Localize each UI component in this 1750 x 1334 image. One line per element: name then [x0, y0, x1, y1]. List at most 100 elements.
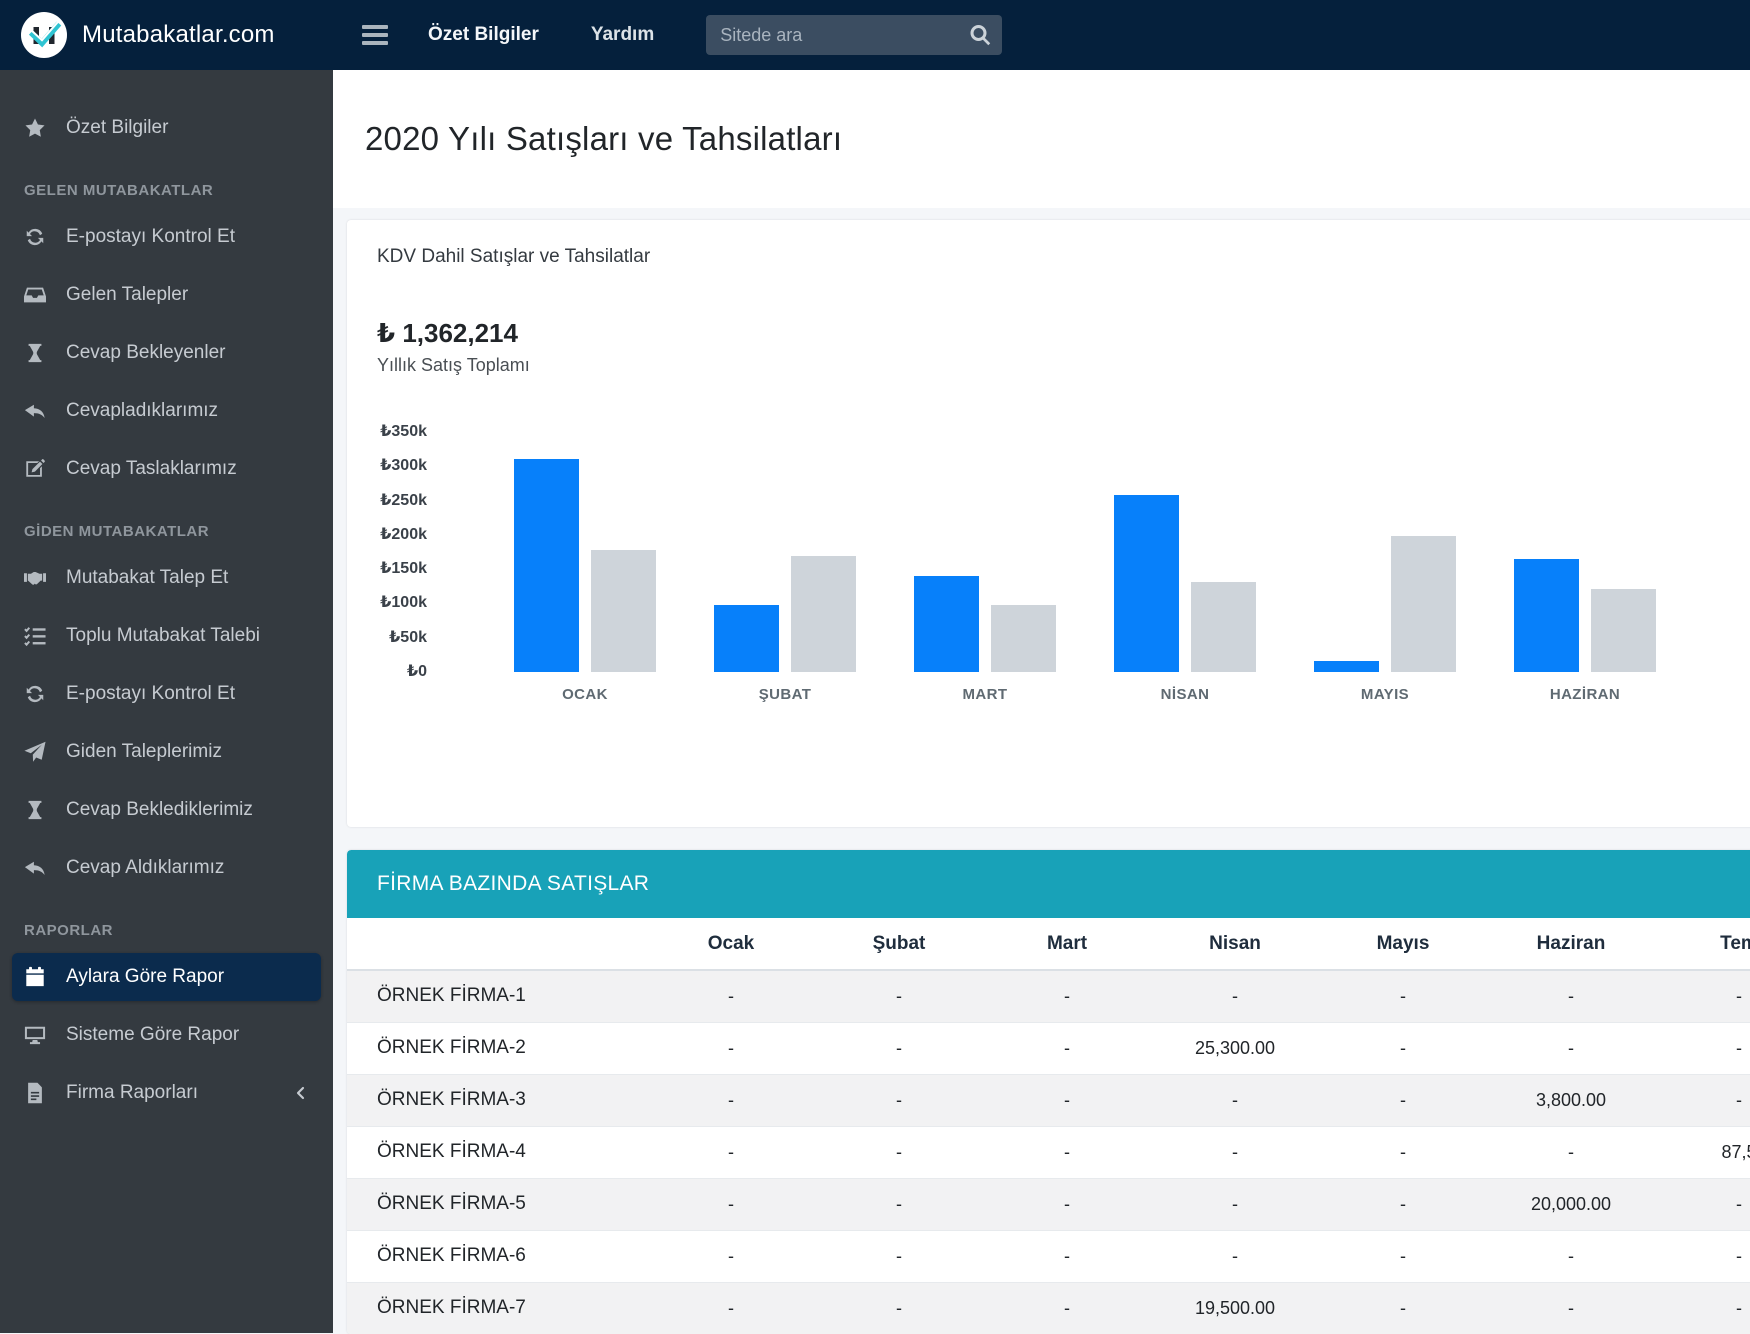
search-icon[interactable] [968, 23, 992, 47]
value-cell: - [815, 1229, 983, 1282]
sidebar-item-sisteme-göre-rapor[interactable]: Sisteme Göre Rapor [12, 1011, 321, 1059]
sidebar-section-header: RAPORLAR [24, 922, 113, 939]
handshake-icon [24, 567, 50, 589]
value-cell: - [1319, 1229, 1487, 1282]
sidebar-item-gelen-talepler[interactable]: Gelen Talepler [12, 271, 321, 319]
value-cell: - [1319, 1021, 1487, 1074]
table-row: ÖRNEK FİRMA-3- - - - -3,800.00- [347, 1073, 1750, 1126]
sidebar-item-label: Cevapladıklarımız [66, 400, 219, 421]
bar-satışlar [914, 576, 979, 672]
sidebar-item-aylara-göre-rapor[interactable]: Aylara Göre Rapor [12, 953, 321, 1001]
sidebar-section-header: GİDEN MUTABAKATLAR [24, 523, 210, 540]
annual-total-label: Yıllık Satış Toplamı [377, 355, 530, 375]
y-axis-tick: ₺300k [380, 457, 427, 475]
sidebar-item-e-postayı-kontrol-et[interactable]: E-postayı Kontrol Et [12, 213, 321, 261]
nav-link-ozet-bilgiler[interactable]: Özet Bilgiler [428, 24, 539, 46]
page-title: 2020 Yılı Satışları ve Tahsilatları [365, 120, 843, 157]
sidebar-item-label: E-postayı Kontrol Et [66, 226, 235, 247]
paper-plane-icon [24, 741, 50, 763]
value-cell: - [1655, 1281, 1750, 1334]
x-axis: OCAK ŞUBAT MART NİSAN MAYIS HAZİRAN [427, 686, 1750, 703]
value-cell: - [1319, 969, 1487, 1022]
sidebar: Özet Bilgiler GELEN MUTABAKATLAR E-postayı… [0, 70, 333, 1333]
y-axis-tick: ₺350k [380, 423, 427, 440]
sidebar-item-cevap-bekleyenler[interactable]: Cevap Bekleyenler [12, 329, 321, 377]
sidebar-item-giden-taleplerimiz[interactable]: Giden Taleplerimiz [12, 728, 321, 776]
sidebar-item-firma-raporları[interactable]: Firma Raporları [12, 1069, 321, 1117]
company-name-cell: ÖRNEK FİRMA-1 [347, 969, 647, 1022]
sidebar-item-cevapladıklarımız[interactable]: Cevapladıklarımız [12, 387, 321, 435]
sidebar-item-label: Firma Raporları [66, 1082, 198, 1103]
file-icon [24, 1082, 50, 1104]
y-axis: ₺350k ₺300k ₺250k ₺200k ₺150k ₺100k ₺50k ₺0 [377, 423, 427, 680]
x-axis-label: MART [962, 686, 1008, 703]
chart-card: KDV Dahil Satışlar ve Tahsilatlar ₺ 1,36… [347, 220, 1750, 827]
sidebar-item-label: Aylara Göre Rapor [66, 966, 225, 987]
table-row: ÖRNEK FİRMA-4------87,5 [347, 1125, 1750, 1178]
sidebar-item-mutabakat-talep-et[interactable]: Mutabakat Talep Et [12, 554, 321, 602]
table-body: ÖRNEK FİRMA-1- - - - - - - ÖRNEK FİRMA-2- - -25,3… [347, 969, 1750, 1334]
value-cell: - [647, 1229, 815, 1282]
bar-group [685, 432, 885, 672]
sidebar-item-label: E-postayı Kontrol Et [66, 683, 235, 704]
inbox-icon [24, 284, 50, 306]
table-card-title: FİRMA BAZINDA SATIŞLAR [377, 872, 650, 895]
navbar-links: Özet Bilgiler Yardım [428, 24, 654, 46]
hourglass-icon [24, 799, 50, 821]
search-input[interactable] [706, 15, 1003, 55]
y-axis-tick: ₺0 [406, 663, 427, 680]
edit-icon [24, 458, 50, 480]
sidebar-item-label: Sisteme Göre Rapor [66, 1024, 240, 1045]
value-cell: - [815, 1073, 983, 1126]
company-name-cell: ÖRNEK FİRMA-6 [347, 1229, 647, 1282]
sidebar-item-label: Özet Bilgiler [66, 117, 169, 138]
sidebar-item-cevap-aldıklarımız[interactable]: Cevap Aldıklarımız [12, 844, 321, 892]
value-cell: - [815, 1021, 983, 1074]
bar-group [885, 432, 1085, 672]
tasks-icon [24, 625, 50, 647]
nav-link-yardim[interactable]: Yardım [591, 24, 654, 46]
value-cell: - [1655, 1229, 1750, 1282]
value-cell: - [1151, 1073, 1319, 1126]
value-cell: - [1319, 1281, 1487, 1334]
value-cell: - [1487, 1125, 1655, 1178]
value-cell: - [647, 1021, 815, 1074]
value-cell: - [647, 1125, 815, 1178]
brand[interactable]: Mutabakatlar.com [0, 0, 333, 70]
value-cell: - [1487, 1229, 1655, 1282]
sidebar-toggle-button[interactable] [362, 25, 388, 45]
value-cell: - [1487, 1281, 1655, 1334]
value-cell: - [983, 1021, 1151, 1074]
sidebar-item-label: Toplu Mutabakat Talebi [66, 625, 260, 646]
page-header: 2020 Yılı Satışları ve Tahsilatları [333, 70, 1750, 208]
sidebar-item-toplu-mutabakat-talebi[interactable]: Toplu Mutabakat Talebi [12, 612, 321, 660]
value-cell: - [1151, 969, 1319, 1022]
sidebar-item-cevap-beklediklerimiz[interactable]: Cevap Beklediklerimiz [12, 786, 321, 834]
sidebar-item-e-postayı-kontrol-et[interactable]: E-postayı Kontrol Et [12, 670, 321, 718]
sales-bar-chart: ₺350k ₺300k ₺250k ₺200k ₺150k ₺100k ₺50k ₺0 OCA… [377, 423, 1750, 703]
x-axis-label: OCAK [562, 686, 608, 703]
company-sales-table: Ocak Şubat Mart Nisan Mayıs Haziran Tem ÖRNEK … [347, 918, 1750, 1334]
sidebar-item-label: Cevap Beklediklerimiz [66, 799, 253, 820]
bar-group [1485, 432, 1685, 672]
value-cell: 25,300.00 [1151, 1021, 1319, 1074]
value-cell: - [1655, 1021, 1750, 1074]
x-axis-label: NİSAN [1160, 686, 1210, 703]
chart-card-title: KDV Dahil Satışlar ve Tahsilatlar [377, 246, 651, 267]
sidebar-item-özet-bilgiler[interactable]: Özet Bilgiler [12, 104, 321, 152]
bar-satışlar [1514, 559, 1579, 672]
x-axis-label: ŞUBAT [758, 686, 812, 703]
value-cell: 20,000.00 [1487, 1177, 1655, 1230]
value-cell: - [647, 1281, 815, 1334]
value-cell: - [647, 969, 815, 1022]
top-navbar: Mutabakatlar.com Özet Bilgiler Yardım [0, 0, 1750, 70]
search-box [706, 15, 1003, 55]
annual-total-value: ₺ 1,362,214 [377, 318, 518, 348]
y-axis-tick: ₺50k [389, 628, 427, 646]
company-name-cell: ÖRNEK FİRMA-4 [347, 1125, 647, 1178]
value-cell: - [1151, 1125, 1319, 1178]
value-cell: - [815, 1177, 983, 1230]
sidebar-item-cevap-taslaklarımız[interactable]: Cevap Taslaklarımız [12, 445, 321, 493]
company-name-cell: ÖRNEK FİRMA-3 [347, 1073, 647, 1126]
value-cell: - [1487, 969, 1655, 1022]
